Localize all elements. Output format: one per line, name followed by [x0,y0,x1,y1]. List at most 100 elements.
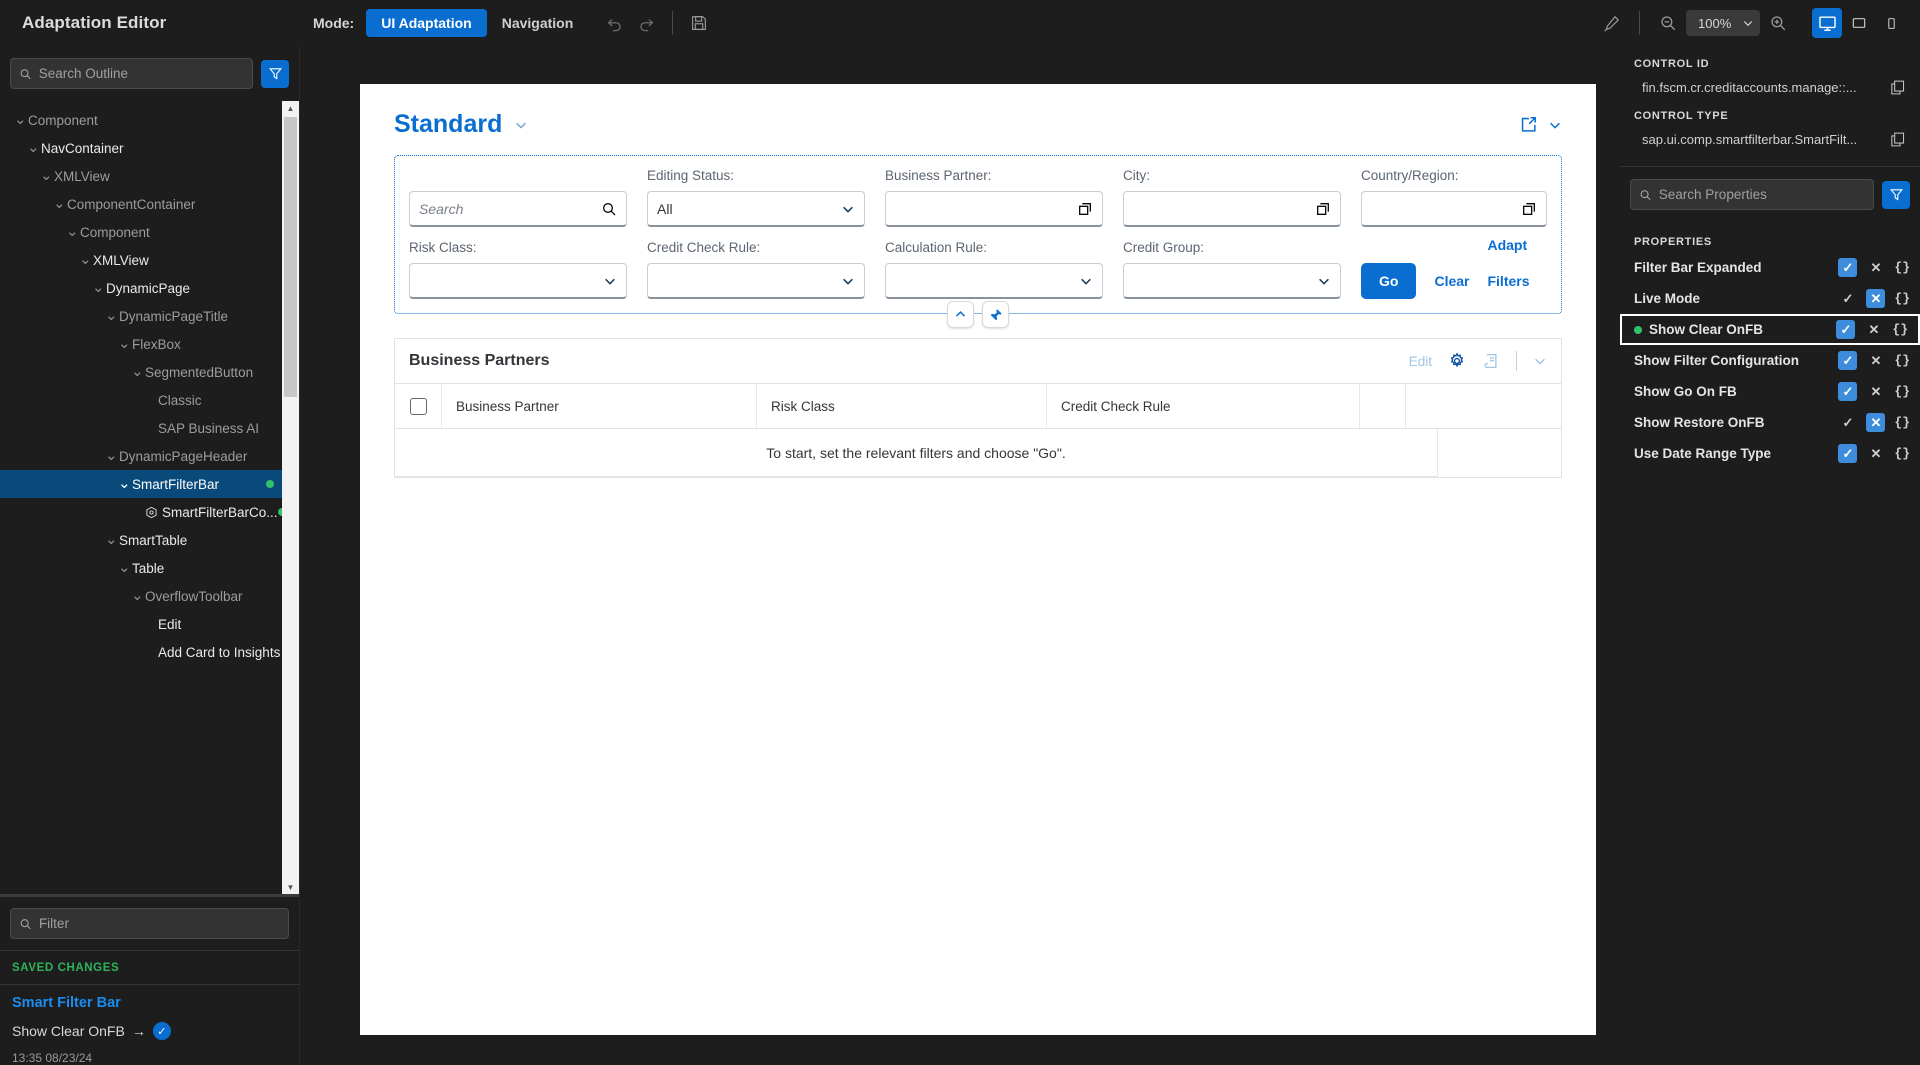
property-row-filter-bar-expanded[interactable]: Filter Bar Expanded ✓ ✕ {} [1620,252,1920,283]
chevron-down-icon[interactable]: ⌄ [27,140,41,155]
search-icon[interactable] [601,201,617,217]
chevron-down-icon[interactable]: ⌄ [66,224,80,239]
chevron-down-icon[interactable] [1317,274,1331,288]
chevron-down-icon[interactable]: ⌄ [14,112,28,127]
tree-item-flexbox[interactable]: ⌄ FlexBox [0,330,282,358]
country-region-input[interactable] [1361,191,1547,227]
chevron-down-icon[interactable]: ⌄ [105,308,119,323]
tree-item-overflowtoolbar[interactable]: ⌄ OverflowToolbar [0,582,282,610]
phone-device-button[interactable] [1876,8,1906,38]
chevron-down-icon[interactable] [841,202,855,216]
outline-scrollbar[interactable]: ▲ ▼ [282,101,299,894]
search-outline-field[interactable] [10,58,253,89]
table-overflow-chevron-down-icon[interactable] [1533,354,1547,368]
property-false-cross-icon[interactable]: ✕ [1866,289,1886,308]
tree-item-edit[interactable]: Edit [0,610,282,638]
chevron-down-icon[interactable]: ⌄ [53,196,67,211]
chevron-down-icon[interactable]: ⌄ [79,252,93,267]
property-row-show-go-on-fb[interactable]: Show Go On FB ✓ ✕ {} [1620,376,1920,407]
column-header-business-partner[interactable]: Business Partner [442,384,757,428]
smart-filter-bar[interactable]: Search Editing Status: All Business Part… [394,155,1562,314]
chevron-down-icon[interactable] [603,274,617,288]
property-false-cross-icon[interactable]: ✕ [1866,258,1885,277]
redo-icon[interactable] [630,7,662,39]
share-menu-chevron-down-icon[interactable] [1548,118,1562,132]
go-button[interactable]: Go [1361,263,1417,299]
chevron-down-icon[interactable]: ⌄ [118,560,132,575]
table-edit-button[interactable]: Edit [1409,354,1432,369]
property-true-checkmark-icon[interactable]: ✓ [1838,351,1858,370]
variant-title[interactable]: Standard [394,110,502,139]
property-row-show-clear-onfb[interactable]: Show Clear OnFB ✓ ✕ {} [1620,314,1920,345]
value-help-icon[interactable] [1521,201,1537,217]
property-true-checkmark-icon[interactable]: ✓ [1836,320,1856,339]
property-binding-braces-icon[interactable]: {} [1894,415,1910,430]
tree-item-sap-business-ai[interactable]: SAP Business AI [0,414,282,442]
changes-filter-field[interactable] [10,908,289,939]
chevron-down-icon[interactable]: ⌄ [131,588,145,603]
tree-item-component[interactable]: ⌄ Component [0,218,282,246]
credit-check-rule-select[interactable] [647,263,865,299]
business-partner-input[interactable] [885,191,1103,227]
chevron-down-icon[interactable]: ⌄ [118,336,132,351]
mode-ui-adaptation-button[interactable]: UI Adaptation [366,9,487,37]
gear-icon[interactable] [1448,352,1466,370]
tree-item-smarttable[interactable]: ⌄ SmartTable [0,526,282,554]
properties-filter-button[interactable] [1882,180,1910,209]
property-false-cross-icon[interactable]: ✕ [1866,444,1885,463]
copy-icon[interactable] [1889,131,1906,148]
tree-item-table[interactable]: ⌄ Table [0,554,282,582]
scroll-down-arrow-icon[interactable]: ▼ [287,880,295,894]
editing-status-select[interactable]: All [647,191,865,227]
change-list-item[interactable]: Smart Filter Bar Show Clear OnFB → ✓ 13:… [0,985,299,1065]
value-help-icon[interactable] [1077,201,1093,217]
tree-item-component[interactable]: ⌄ Component [0,106,282,134]
property-binding-braces-icon[interactable]: {} [1894,260,1910,275]
column-header-credit-check-rule[interactable]: Credit Check Rule [1047,384,1360,428]
chevron-down-icon[interactable]: ⌄ [40,168,54,183]
value-help-icon[interactable] [1315,201,1331,217]
chevron-down-icon[interactable] [514,118,528,132]
tree-item-smartfilterbarco[interactable]: SmartFilterBarCo... [0,498,282,526]
highlight-icon[interactable] [1595,7,1627,39]
property-true-checkmark-icon[interactable]: ✓ [1838,289,1857,308]
property-false-cross-icon[interactable]: ✕ [1866,351,1885,370]
chevron-down-icon[interactable]: ⌄ [105,448,119,463]
copy-icon[interactable] [1889,79,1906,96]
property-true-checkmark-icon[interactable]: ✓ [1838,444,1858,463]
chevron-down-icon[interactable]: ⌄ [105,532,119,547]
search-input[interactable]: Search [409,191,627,227]
table-personalization-icon[interactable] [1482,352,1500,370]
calculation-rule-select[interactable] [885,263,1103,299]
property-true-checkmark-icon[interactable]: ✓ [1838,382,1858,401]
pin-filter-bar-button[interactable] [982,301,1009,328]
tree-item-classic[interactable]: Classic [0,386,282,414]
mode-navigation-button[interactable]: Navigation [487,9,589,37]
outline-filter-button[interactable] [261,59,289,88]
tree-item-componentcontainer[interactable]: ⌄ ComponentContainer [0,190,282,218]
adapt-filters-button[interactable]: Adapt Filters [1487,227,1547,299]
property-binding-braces-icon[interactable]: {} [1894,291,1910,306]
tree-item-segmentedbutton[interactable]: ⌄ SegmentedButton [0,358,282,386]
property-false-cross-icon[interactable]: ✕ [1866,382,1885,401]
scroll-up-arrow-icon[interactable]: ▲ [287,101,295,115]
property-true-checkmark-icon[interactable]: ✓ [1838,413,1857,432]
property-binding-braces-icon[interactable]: {} [1892,322,1908,337]
chevron-down-icon[interactable]: ⌄ [118,476,132,491]
zoom-level-select[interactable]: 100% [1686,10,1760,36]
search-outline-input[interactable] [38,66,244,81]
credit-group-select[interactable] [1123,263,1341,299]
desktop-device-button[interactable] [1812,8,1842,38]
tree-item-dynamicpagetitle[interactable]: ⌄ DynamicPageTitle [0,302,282,330]
undo-icon[interactable] [598,7,630,39]
tree-item-dynamicpageheader[interactable]: ⌄ DynamicPageHeader [0,442,282,470]
property-true-checkmark-icon[interactable]: ✓ [1838,258,1858,277]
property-binding-braces-icon[interactable]: {} [1894,446,1910,461]
search-properties-field[interactable] [1630,179,1874,210]
chevron-down-icon[interactable] [841,274,855,288]
chevron-down-icon[interactable] [1079,274,1093,288]
risk-class-select[interactable] [409,263,627,299]
chevron-down-icon[interactable]: ⌄ [131,364,145,379]
zoom-out-icon[interactable] [1652,7,1684,39]
collapse-filter-bar-button[interactable] [947,301,974,328]
